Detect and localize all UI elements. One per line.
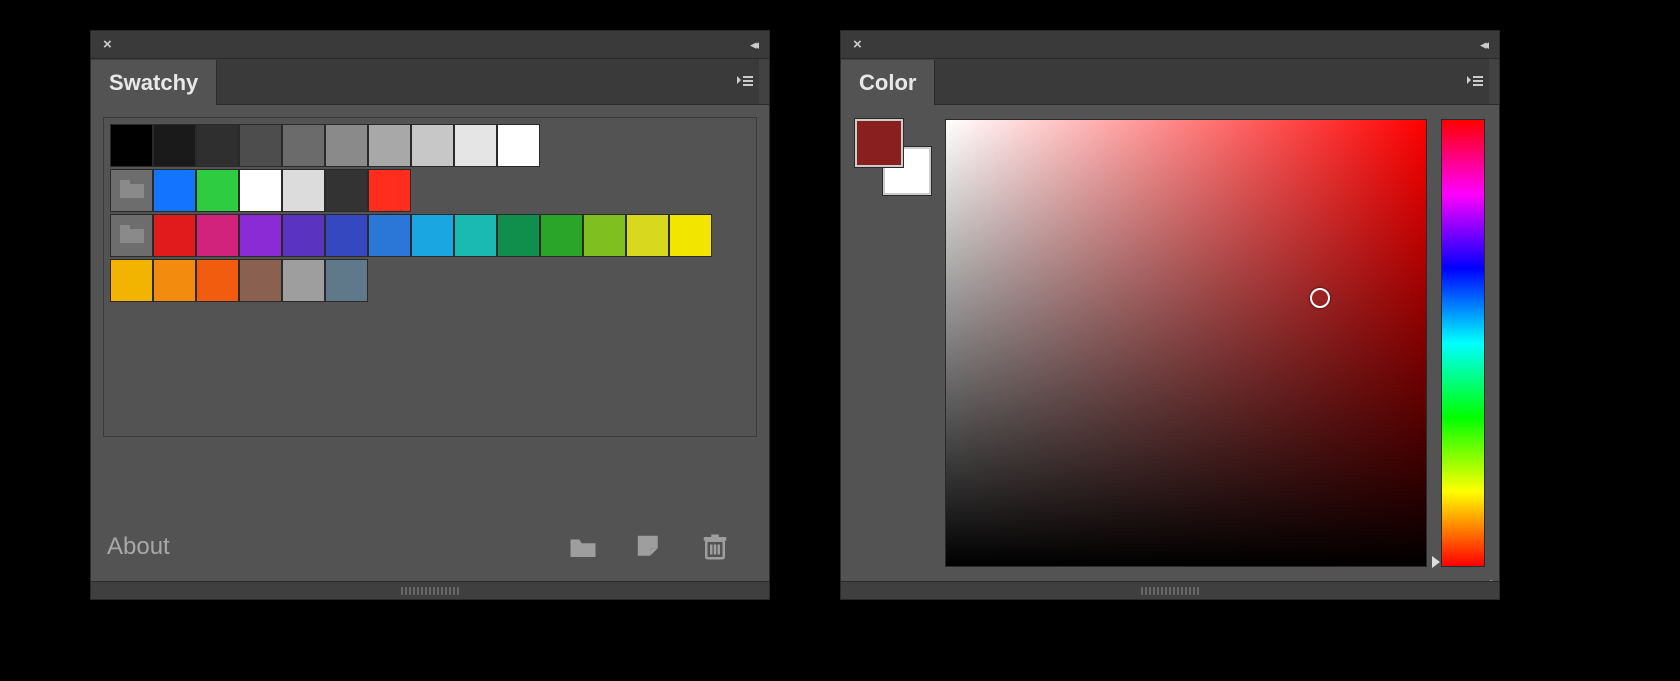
swatch[interactable] xyxy=(454,124,497,167)
color-tabrow: Color xyxy=(841,59,1499,105)
new-page-icon xyxy=(634,532,664,562)
swatch-list xyxy=(103,117,757,437)
about-link[interactable]: About xyxy=(107,533,170,561)
swatchy-body: About xyxy=(91,105,769,581)
swatch[interactable] xyxy=(497,214,540,257)
menu-icon xyxy=(735,72,755,92)
flyout-menu-button[interactable] xyxy=(1461,59,1489,104)
swatch-row xyxy=(110,214,750,257)
drag-grip-icon xyxy=(1141,587,1199,595)
collapse-icon[interactable]: ◂◂ xyxy=(750,37,761,53)
color-body xyxy=(841,105,1499,581)
swatch-folder[interactable] xyxy=(110,169,153,212)
swatch[interactable] xyxy=(196,169,239,212)
swatch[interactable] xyxy=(110,124,153,167)
foreground-color-swatch[interactable] xyxy=(855,119,903,167)
tab-label: Color xyxy=(859,70,916,96)
swatch[interactable] xyxy=(626,214,669,257)
tab-label: Swatchy xyxy=(109,70,198,96)
menu-icon xyxy=(1465,72,1485,92)
swatch[interactable] xyxy=(325,124,368,167)
flyout-menu-button[interactable] xyxy=(731,59,759,104)
swatch[interactable] xyxy=(153,124,196,167)
color-picker-area xyxy=(945,119,1485,567)
swatch[interactable] xyxy=(325,214,368,257)
swatch[interactable] xyxy=(153,259,196,302)
hue-indicator-icon xyxy=(1432,556,1440,568)
sv-cursor-icon xyxy=(1310,288,1330,308)
swatch[interactable] xyxy=(368,124,411,167)
trash-icon xyxy=(700,532,730,562)
swatch-folder[interactable] xyxy=(110,214,153,257)
swatch[interactable] xyxy=(540,214,583,257)
close-icon[interactable]: × xyxy=(99,34,116,55)
swatch[interactable] xyxy=(497,124,540,167)
swatch[interactable] xyxy=(454,214,497,257)
swatch[interactable] xyxy=(196,124,239,167)
swatch[interactable] xyxy=(325,169,368,212)
collapse-icon[interactable]: ◂◂ xyxy=(1480,37,1491,53)
delete-button[interactable] xyxy=(697,529,733,565)
fg-bg-swatch-stack xyxy=(855,119,931,195)
swatch-row xyxy=(110,259,750,302)
tab-swatchy[interactable]: Swatchy xyxy=(91,60,217,105)
swatch[interactable] xyxy=(325,259,368,302)
swatch[interactable] xyxy=(239,259,282,302)
swatchy-tabrow: Swatchy xyxy=(91,59,769,105)
folder-icon xyxy=(568,532,598,562)
swatch[interactable] xyxy=(368,169,411,212)
swatch[interactable] xyxy=(196,259,239,302)
swatch[interactable] xyxy=(368,214,411,257)
swatch[interactable] xyxy=(282,124,325,167)
swatchy-titlebar[interactable]: × ◂◂ xyxy=(91,31,769,59)
swatch[interactable] xyxy=(153,214,196,257)
swatch[interactable] xyxy=(282,259,325,302)
tab-empty-area xyxy=(935,59,1461,104)
swatchy-panel: × ◂◂ Swatchy About xyxy=(90,30,770,600)
swatch[interactable] xyxy=(411,124,454,167)
color-footbar[interactable] xyxy=(841,581,1499,599)
swatchy-footer-icons xyxy=(565,529,753,565)
swatch[interactable] xyxy=(282,169,325,212)
saturation-value-field[interactable] xyxy=(945,119,1427,567)
swatch-row xyxy=(110,124,750,167)
swatchy-footer: About xyxy=(103,521,757,569)
new-folder-button[interactable] xyxy=(565,529,601,565)
swatchy-footbar[interactable] xyxy=(91,581,769,599)
color-titlebar[interactable]: × ◂◂ xyxy=(841,31,1499,59)
swatch[interactable] xyxy=(196,214,239,257)
drag-grip-icon xyxy=(401,587,459,595)
new-swatch-button[interactable] xyxy=(631,529,667,565)
swatch[interactable] xyxy=(153,169,196,212)
swatch[interactable] xyxy=(669,214,712,257)
swatch[interactable] xyxy=(282,214,325,257)
swatch-row xyxy=(110,169,750,212)
color-panel: × ◂◂ Color xyxy=(840,30,1500,600)
swatch[interactable] xyxy=(239,214,282,257)
tab-color[interactable]: Color xyxy=(841,60,935,105)
tab-empty-area xyxy=(217,59,731,104)
swatch[interactable] xyxy=(110,259,153,302)
swatch[interactable] xyxy=(239,169,282,212)
swatch[interactable] xyxy=(583,214,626,257)
close-icon[interactable]: × xyxy=(849,34,866,55)
swatch[interactable] xyxy=(411,214,454,257)
hue-slider[interactable] xyxy=(1441,119,1485,567)
swatch[interactable] xyxy=(239,124,282,167)
